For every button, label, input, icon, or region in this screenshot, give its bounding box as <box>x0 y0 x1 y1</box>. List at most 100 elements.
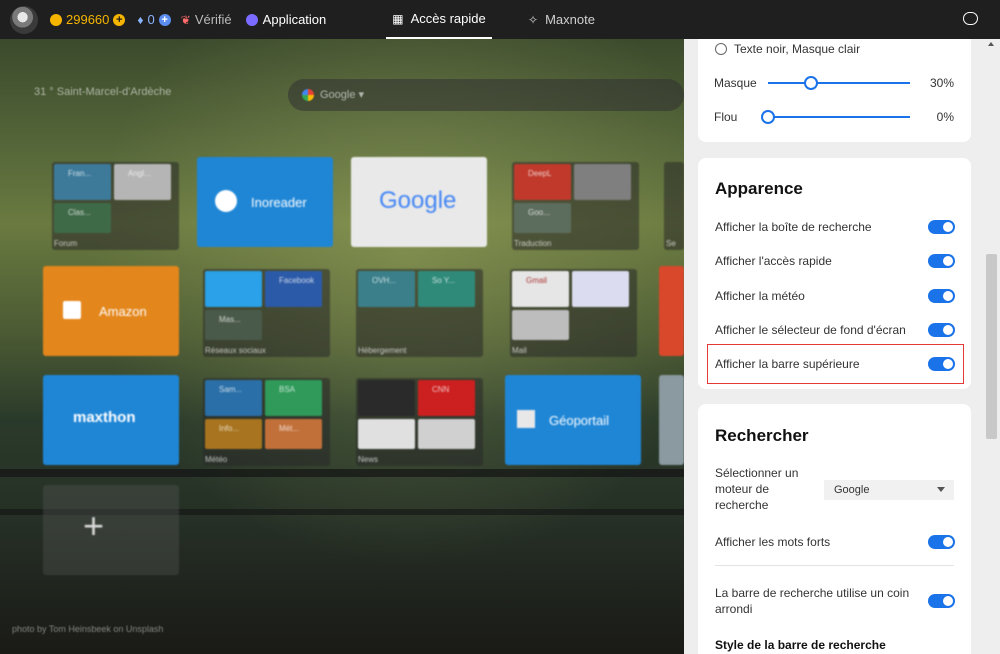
mini-tile: Sam... <box>205 380 262 416</box>
show-weather-toggle[interactable] <box>928 289 955 303</box>
avatar[interactable] <box>10 5 38 34</box>
blur-slider-track[interactable] <box>768 116 910 118</box>
show-wallpaper-selector-toggle[interactable] <box>928 323 955 337</box>
mask-settings-card: Texte noir, Masque clair Masque 30% Flou… <box>698 39 971 142</box>
folder-forum[interactable]: Fran... Angl... Clas... Forum <box>52 162 179 250</box>
amazon-icon <box>63 301 81 319</box>
mini-tile <box>574 164 631 200</box>
tab-quick-access-label: Accès rapide <box>410 11 486 26</box>
inoreader-icon <box>215 190 237 212</box>
tile-geoportail[interactable]: Géoportail <box>505 375 641 465</box>
tile-partial-red[interactable] <box>659 266 684 356</box>
show-search-box-toggle[interactable] <box>928 220 955 234</box>
toggle-row-rounded <box>715 591 955 611</box>
slider-label: Flou <box>714 110 738 124</box>
folder-meteo[interactable]: Sam... BSA Info... Mét... Météo <box>203 378 330 466</box>
folder-title: Traduction <box>514 239 552 248</box>
rounded-corner-toggle[interactable] <box>928 594 955 608</box>
verified-icon: ❦ <box>180 12 191 27</box>
mini-tile: BSA <box>265 380 322 416</box>
add-gems-icon[interactable]: + <box>158 13 171 26</box>
radio-icon[interactable] <box>715 43 727 55</box>
radio-dark-text-light-mask[interactable]: Texte noir, Masque clair <box>715 42 860 56</box>
verified-label[interactable]: Vérifié <box>195 12 232 27</box>
mini-tile: Mas... <box>205 310 262 340</box>
mini-tile <box>358 380 415 416</box>
toggle-label: Afficher la météo <box>715 289 805 303</box>
coin-balance: 299660 <box>66 12 110 27</box>
show-top-bar-toggle[interactable] <box>928 357 955 371</box>
tile-inoreader[interactable]: Inoreader <box>197 157 333 247</box>
geoportail-icon <box>517 410 535 428</box>
tile-amazon[interactable]: Amazon <box>43 266 179 356</box>
chevron-down-icon <box>937 487 945 492</box>
mini-tile <box>358 419 415 449</box>
search-card: Rechercher Sélectionner un moteur de rec… <box>698 404 971 654</box>
folder-mail[interactable]: Gmail Mail <box>510 269 637 357</box>
tab-maxnote[interactable]: ✧ Maxnote <box>528 0 595 39</box>
weather-widget[interactable]: 31 ° Saint-Marcel-d'Ardèche <box>34 86 171 98</box>
appearance-title: Apparence <box>715 179 803 198</box>
tile-label: Géoportail <box>549 413 609 428</box>
toggle-row-wallpaper: Afficher le sélecteur de fond d'écran <box>715 320 955 340</box>
folder-title: Réseaux sociaux <box>205 346 266 355</box>
mask-slider-row: Masque 30% <box>714 73 954 93</box>
top-bar-left: 299660 + ♦ 0 + ❦ Vérifié Application <box>0 0 326 39</box>
show-trending-toggle[interactable] <box>928 535 955 549</box>
show-quick-access-toggle[interactable] <box>928 254 955 268</box>
toggle-label: Afficher la barre supérieure <box>715 357 860 371</box>
scroll-up-icon[interactable] <box>988 42 994 46</box>
radio-label: Texte noir, Masque clair <box>734 42 861 56</box>
mini-tile: Fran... <box>54 164 111 200</box>
photo-credit[interactable]: photo by Tom Heinsbeek on Unsplash <box>12 624 163 634</box>
slider-value: 0% <box>936 110 954 124</box>
tab-quick-access[interactable]: ▦ Accès rapide <box>386 0 492 39</box>
plus-icon: + <box>83 505 105 546</box>
tile-label: Google <box>379 187 457 214</box>
add-tile-button[interactable]: + <box>43 485 179 575</box>
toggle-row-trending: Afficher les mots forts <box>715 532 955 552</box>
chat-icon[interactable] <box>963 12 978 25</box>
application-link[interactable]: Application <box>263 12 327 27</box>
folder-title: Forum <box>54 239 78 248</box>
mask-slider-track[interactable] <box>768 82 910 84</box>
folder-hebergement[interactable]: OVH... So Y... Hébergement <box>356 269 483 357</box>
mini-tile: Angl... <box>114 164 171 200</box>
folder-social[interactable]: Facebook Mas... Réseaux sociaux <box>203 269 330 357</box>
toggle-row-top-bar: Afficher la barre supérieure <box>715 354 955 374</box>
toggle-row-quick-access: Afficher l'accès rapide <box>715 251 955 271</box>
folder-news[interactable]: CNN News <box>356 378 483 466</box>
tile-label: Amazon <box>99 304 147 319</box>
mini-tile: Clas... <box>54 203 111 233</box>
toggle-label: Afficher les mots forts <box>715 535 831 549</box>
google-icon <box>302 89 314 101</box>
search-engine-selector[interactable]: Google ▾ <box>320 88 364 101</box>
add-coins-icon[interactable]: + <box>113 13 126 26</box>
mini-tile: Goo... <box>514 203 571 233</box>
scrollbar-thumb[interactable] <box>986 254 997 439</box>
gem-balance: 0 <box>147 12 155 27</box>
tile-label: maxthon <box>73 409 136 426</box>
toggle-label: Afficher l'accès rapide <box>715 254 832 268</box>
coin-icon <box>50 13 62 26</box>
tile-label: Inoreader <box>251 195 307 210</box>
search-engine-select[interactable]: Google <box>824 480 954 500</box>
toggle-row-search-box: Afficher la boîte de recherche <box>715 217 955 237</box>
folder-traduction[interactable]: DeepL Goo... Traduction <box>512 162 639 250</box>
maxnote-icon: ✧ <box>528 12 539 27</box>
folder-se[interactable]: Se <box>664 162 684 250</box>
search-box[interactable]: Google ▾ <box>288 79 684 111</box>
mask-slider-handle[interactable] <box>803 76 818 90</box>
slider-value: 30% <box>929 76 954 90</box>
tile-partial-gray[interactable] <box>659 375 684 465</box>
mini-tile: Mét... <box>265 419 322 449</box>
top-bar: 299660 + ♦ 0 + ❦ Vérifié Application ▦ A… <box>0 0 1000 39</box>
mini-tile: So Y... <box>418 271 475 307</box>
divider <box>715 565 954 566</box>
blur-slider-handle[interactable] <box>761 110 775 124</box>
mini-tile: Facebook <box>265 271 322 307</box>
tile-google[interactable]: Google <box>351 157 487 247</box>
search-engine-label: Sélectionner un moteur de recherche <box>715 466 799 512</box>
folder-title: Hébergement <box>358 346 407 355</box>
tile-maxthon[interactable]: maxthon <box>43 375 179 465</box>
